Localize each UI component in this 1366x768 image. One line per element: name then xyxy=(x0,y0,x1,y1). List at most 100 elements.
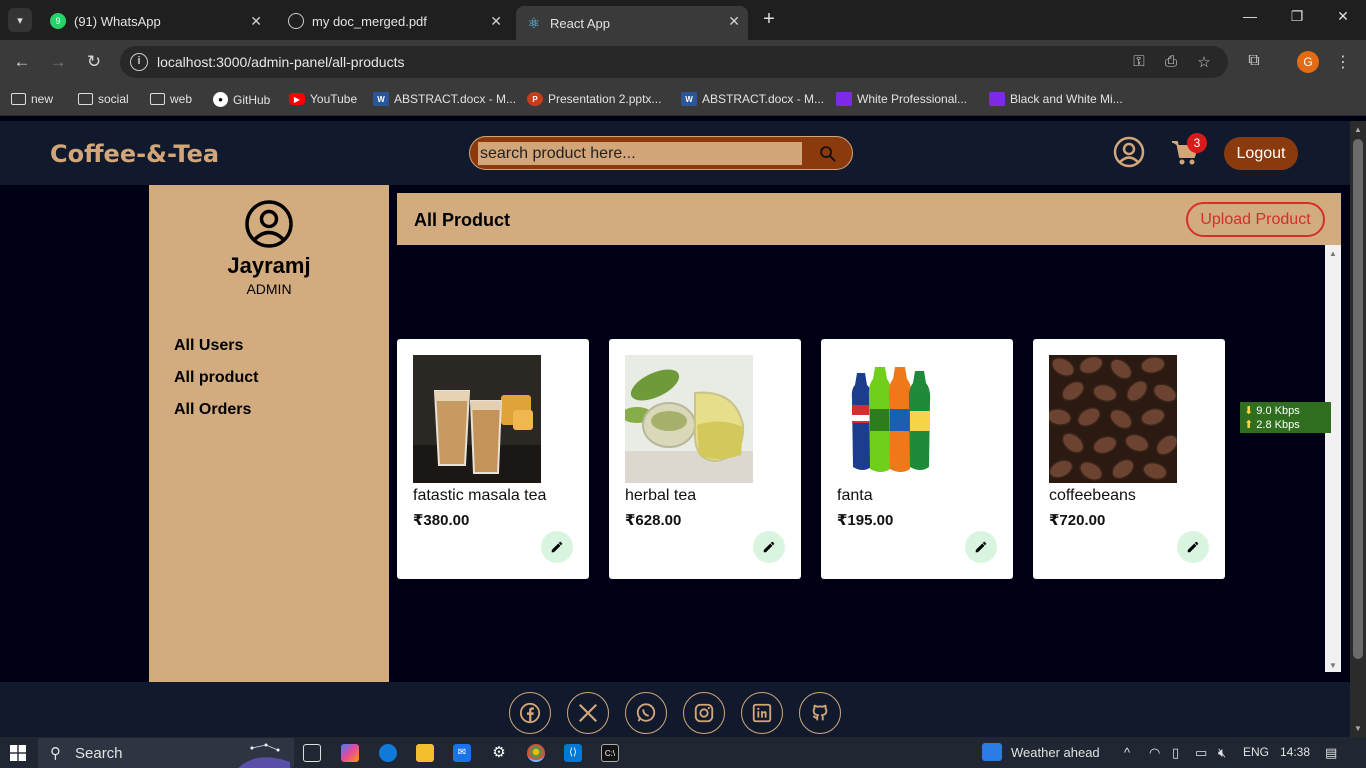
settings-gear-icon[interactable]: ⚙ xyxy=(490,744,508,762)
scrollbar-thumb[interactable] xyxy=(1353,139,1363,659)
close-tab-icon[interactable]: ✕ xyxy=(250,13,262,30)
site-info-icon[interactable]: i xyxy=(130,53,148,71)
language-indicator[interactable]: ENG xyxy=(1243,745,1269,759)
product-name: coffeebeans xyxy=(1049,487,1136,504)
edit-product-button[interactable] xyxy=(965,531,997,563)
pencil-icon xyxy=(1187,541,1199,553)
clock-time[interactable]: 14:38 xyxy=(1280,745,1310,759)
battery-icon[interactable]: ▭ xyxy=(1195,745,1207,761)
bookmark-item[interactable]: Black and White Mi... xyxy=(989,92,1123,106)
instagram-icon[interactable] xyxy=(683,692,725,734)
user-circle-icon[interactable] xyxy=(1113,136,1145,168)
tab-react-app[interactable]: ⚛ React App ✕ xyxy=(516,6,748,40)
menu-icon[interactable]: ⋮ xyxy=(1332,52,1354,72)
close-tab-icon[interactable]: ✕ xyxy=(728,13,740,30)
scroll-up-icon[interactable]: ▲ xyxy=(1354,125,1362,134)
site-logo[interactable]: Coffee-&-Tea xyxy=(50,140,219,168)
extensions-icon[interactable]: ⧉ xyxy=(1243,52,1265,70)
bookmark-item[interactable]: social xyxy=(78,92,129,106)
logout-button[interactable]: Logout xyxy=(1224,137,1298,170)
github-icon[interactable] xyxy=(799,692,841,734)
weather-label[interactable]: Weather ahead xyxy=(1011,745,1100,760)
linkedin-icon[interactable] xyxy=(741,692,783,734)
file-explorer-icon[interactable] xyxy=(416,744,434,762)
admin-role: ADMIN xyxy=(246,281,292,297)
url-text[interactable]: localhost:3000/admin-panel/all-products xyxy=(157,54,404,70)
windows-start-icon[interactable] xyxy=(10,745,26,761)
scroll-up-icon[interactable]: ▲ xyxy=(1329,249,1337,258)
edit-product-button[interactable] xyxy=(753,531,785,563)
vscode-icon[interactable]: ⟨⟩ xyxy=(564,744,582,762)
product-card[interactable]: herbal tea ₹628.00 xyxy=(609,339,801,579)
x-icon[interactable] xyxy=(567,692,609,734)
facebook-icon[interactable] xyxy=(509,692,551,734)
search-input[interactable] xyxy=(478,142,802,165)
sidebar-item-all-product[interactable]: All product xyxy=(174,369,258,387)
key-icon[interactable]: ⚿ xyxy=(1129,53,1149,70)
install-app-icon[interactable]: ⎙ xyxy=(1161,53,1181,70)
phone-link-icon[interactable]: ▯ xyxy=(1172,745,1179,761)
back-icon[interactable]: ← xyxy=(11,52,33,74)
pencil-icon xyxy=(763,541,775,553)
bookmark-item[interactable]: P Presentation 2.pptx... xyxy=(527,92,661,106)
edit-product-button[interactable] xyxy=(1177,531,1209,563)
copilot-icon[interactable] xyxy=(341,744,359,762)
bookmark-item[interactable]: White Professional... xyxy=(836,92,967,106)
bookmark-item[interactable]: new xyxy=(11,92,53,106)
page-scrollbar[interactable]: ▲ ▼ xyxy=(1350,121,1366,737)
close-tab-icon[interactable]: ✕ xyxy=(490,13,502,30)
bookmark-item[interactable]: W ABSTRACT.docx - M... xyxy=(681,92,824,106)
forward-icon[interactable]: → xyxy=(47,52,69,74)
bookmark-label: GitHub xyxy=(233,92,271,107)
page-title: All Product xyxy=(414,210,511,230)
scroll-down-icon[interactable]: ▼ xyxy=(1354,724,1362,733)
taskbar-search[interactable]: ⚲ Search xyxy=(38,738,294,768)
notifications-icon[interactable]: ▤ xyxy=(1325,745,1337,761)
word-icon: W xyxy=(681,92,697,106)
minimize-icon[interactable]: — xyxy=(1238,8,1262,24)
address-bar[interactable]: i localhost:3000/admin-panel/all-product… xyxy=(120,46,1228,78)
new-tab-button[interactable]: + xyxy=(758,8,780,30)
weather-icon[interactable] xyxy=(982,743,1002,761)
task-view-icon[interactable] xyxy=(303,744,321,762)
bookmark-item[interactable]: ● GitHub xyxy=(213,92,270,107)
bookmark-item[interactable]: W ABSTRACT.docx - M... xyxy=(373,92,516,106)
admin-sidebar: Jayramj ADMIN All Users All product All … xyxy=(149,185,389,682)
chrome-icon[interactable] xyxy=(527,744,545,762)
search-icon[interactable] xyxy=(808,141,846,165)
upload-product-button[interactable]: Upload Product xyxy=(1186,202,1325,237)
terminal-icon[interactable]: C:\ xyxy=(601,744,619,762)
scroll-down-icon[interactable]: ▼ xyxy=(1329,661,1337,670)
edge-icon[interactable] xyxy=(379,744,397,762)
bookmark-label: YouTube xyxy=(310,92,358,106)
whatsapp-icon[interactable] xyxy=(625,692,667,734)
canva-icon xyxy=(989,92,1005,106)
close-window-icon[interactable]: ✕ xyxy=(1331,8,1355,25)
bookmark-label: Black and White Mi... xyxy=(1010,92,1123,106)
profile-avatar[interactable]: G xyxy=(1297,51,1319,73)
bookmark-item[interactable]: ▶ YouTube xyxy=(289,92,357,106)
upload-speed: 2.8 Kbps xyxy=(1256,419,1300,431)
products-scrollbar[interactable]: ▲ ▼ xyxy=(1325,245,1341,672)
reload-icon[interactable]: ↻ xyxy=(83,52,105,74)
site-footer xyxy=(0,682,1350,737)
react-icon: ⚛ xyxy=(527,14,541,31)
tab-pdf[interactable]: my doc_merged.pdf ✕ xyxy=(278,6,510,36)
mute-speaker-icon[interactable]: 🔇︎ xyxy=(1218,745,1226,761)
wifi-icon[interactable]: ◠ xyxy=(1149,745,1160,761)
sidebar-item-all-users[interactable]: All Users xyxy=(174,337,243,355)
tab-whatsapp[interactable]: 9 (91) WhatsApp ✕ xyxy=(40,6,270,36)
bookmark-item[interactable]: web xyxy=(150,92,192,106)
mail-icon[interactable]: ✉ xyxy=(453,744,471,762)
sidebar-item-all-orders[interactable]: All Orders xyxy=(174,401,251,419)
product-card[interactable]: fatastic masala tea ₹380.00 xyxy=(397,339,589,579)
edit-product-button[interactable] xyxy=(541,531,573,563)
folder-icon xyxy=(11,93,26,105)
product-card[interactable]: coffeebeans ₹720.00 xyxy=(1033,339,1225,579)
restore-icon[interactable]: ❐ xyxy=(1285,8,1309,25)
network-speed-widget: ⬇ 9.0 Kbps ⬆ 2.8 Kbps xyxy=(1240,402,1331,433)
tab-search-button[interactable]: ▾ xyxy=(8,8,32,32)
bookmark-star-icon[interactable]: ☆ xyxy=(1194,53,1214,71)
chevron-up-icon[interactable]: ^ xyxy=(1124,745,1130,760)
product-card[interactable]: fanta ₹195.00 xyxy=(821,339,1013,579)
